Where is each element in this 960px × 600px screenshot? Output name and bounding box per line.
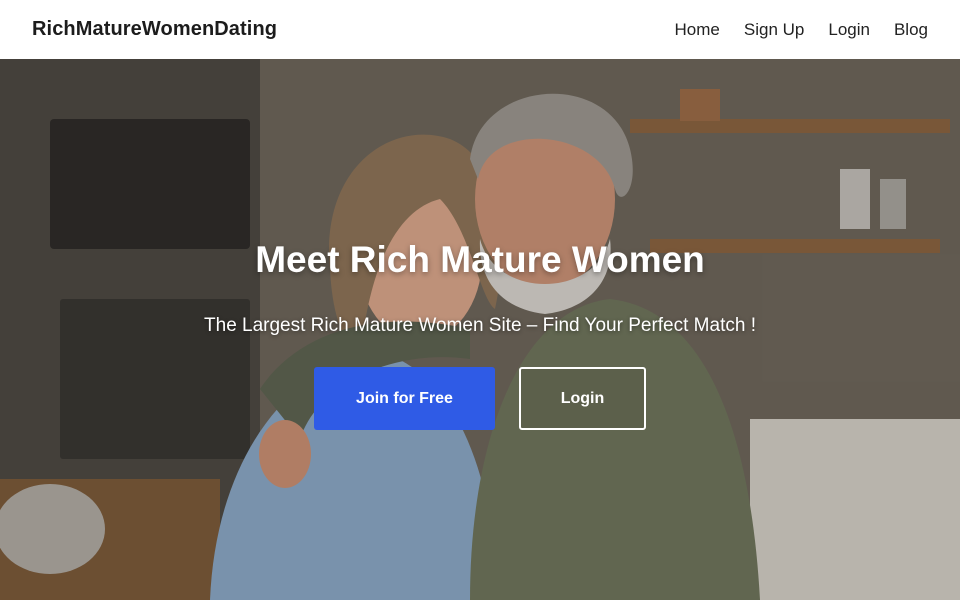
hero-title: Meet Rich Mature Women (255, 239, 705, 280)
nav-home[interactable]: Home (675, 20, 720, 40)
hero-section: Meet Rich Mature Women The Largest Rich … (0, 59, 960, 600)
login-button[interactable]: Login (519, 367, 646, 430)
nav-login[interactable]: Login (828, 20, 870, 40)
site-logo[interactable]: RichMatureWomenDating (32, 18, 277, 41)
hero-subtitle: The Largest Rich Mature Women Site – Fin… (204, 315, 756, 336)
nav-blog[interactable]: Blog (894, 20, 928, 40)
top-navbar: RichMatureWomenDating Home Sign Up Login… (0, 0, 960, 59)
nav-sign-up[interactable]: Sign Up (744, 20, 804, 40)
main-nav: Home Sign Up Login Blog (675, 20, 928, 40)
join-for-free-button[interactable]: Join for Free (314, 367, 495, 430)
hero-content: Meet Rich Mature Women The Largest Rich … (0, 59, 960, 600)
